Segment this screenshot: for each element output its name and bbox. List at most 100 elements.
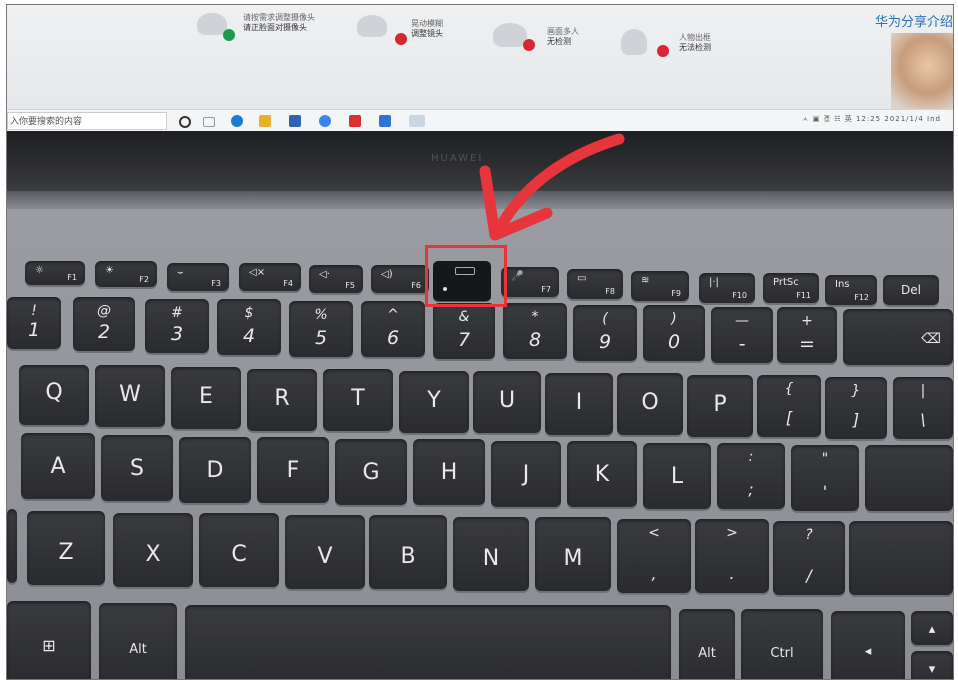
key-f2[interactable]: ☀ F2 bbox=[95, 261, 157, 287]
key-a[interactable]: A bbox=[21, 433, 95, 499]
browser-icon[interactable] bbox=[319, 115, 331, 127]
key-quote[interactable]: " ' bbox=[791, 445, 859, 511]
key-q[interactable]: Q bbox=[19, 365, 89, 425]
key-comma[interactable]: <, bbox=[617, 519, 691, 593]
key-period[interactable]: >. bbox=[695, 519, 769, 593]
key-e[interactable]: E bbox=[171, 367, 241, 429]
key-c[interactable]: C bbox=[199, 513, 279, 587]
key-left-shift[interactable] bbox=[7, 509, 17, 583]
key-f3[interactable]: ⌣ F3 bbox=[167, 263, 229, 291]
key-equals[interactable]: + = bbox=[777, 307, 837, 363]
window-icon[interactable] bbox=[203, 117, 215, 127]
tip-4-line1: 人物出框 bbox=[679, 33, 711, 42]
key-windows[interactable]: ⊞ bbox=[7, 601, 91, 679]
brand-link[interactable]: 华为分享介绍 bbox=[875, 11, 953, 30]
key-ctrl-right[interactable]: Ctrl bbox=[741, 609, 823, 679]
key-i[interactable]: I bbox=[545, 373, 613, 435]
store-icon[interactable] bbox=[349, 115, 361, 127]
key-3[interactable]: #3 bbox=[145, 299, 209, 353]
key-alt-left[interactable]: Alt bbox=[99, 603, 177, 679]
key-f9[interactable]: ≋ F9 bbox=[631, 271, 689, 301]
key-label: U bbox=[498, 388, 516, 413]
key-label: C bbox=[231, 542, 247, 567]
key-d[interactable]: D bbox=[179, 437, 251, 503]
key-semicolon[interactable]: :; bbox=[717, 443, 785, 509]
key-f11-prtsc[interactable]: PrtSc F11 bbox=[763, 273, 819, 303]
key-slash[interactable]: ? / bbox=[773, 521, 845, 595]
key-f12-ins[interactable]: Ins F12 bbox=[825, 275, 877, 305]
key-backspace[interactable]: ⌫ bbox=[843, 309, 953, 365]
key-label: R bbox=[274, 386, 290, 411]
key-f4[interactable]: ◁× F4 bbox=[239, 263, 301, 291]
key-s[interactable]: S bbox=[101, 435, 173, 501]
key-6[interactable]: ^ 6 bbox=[361, 301, 425, 357]
key-p[interactable]: P bbox=[687, 375, 753, 437]
key-space[interactable] bbox=[185, 605, 671, 679]
key-f7[interactable]: 🎤 F7 bbox=[501, 267, 559, 297]
tip-3-line1: 画面多人 bbox=[547, 27, 579, 36]
ok-status-icon bbox=[223, 29, 235, 41]
key-f6[interactable]: ◁) F6 bbox=[371, 265, 429, 293]
key-label: = bbox=[799, 333, 815, 355]
key-z[interactable]: Z bbox=[27, 511, 105, 585]
key-f1[interactable]: ☼ F1 bbox=[25, 261, 85, 285]
key-right-shift[interactable] bbox=[849, 521, 953, 595]
key-8[interactable]: * 8 bbox=[503, 303, 567, 359]
key-9[interactable]: (9 bbox=[573, 305, 637, 361]
key-f10[interactable]: |·| F10 bbox=[699, 273, 755, 303]
key-r[interactable]: R bbox=[247, 369, 317, 431]
key-label: F bbox=[286, 458, 300, 483]
key-m[interactable]: M bbox=[535, 517, 611, 591]
app-icon[interactable] bbox=[409, 115, 425, 127]
edge-browser-icon[interactable] bbox=[231, 115, 243, 127]
taskbar-search-input[interactable]: 入你要搜索的内容 bbox=[7, 112, 167, 130]
key-v[interactable]: V bbox=[285, 515, 365, 589]
key-n[interactable]: N bbox=[453, 517, 529, 591]
key-4[interactable]: $4 bbox=[217, 299, 281, 355]
key-f5[interactable]: ◁· F5 bbox=[309, 265, 363, 293]
key-g[interactable]: G bbox=[335, 439, 407, 505]
key-shift-label: ) bbox=[671, 311, 677, 327]
key-5[interactable]: % 5 bbox=[289, 301, 353, 357]
key-shift-label: % bbox=[314, 307, 328, 323]
key-enter[interactable] bbox=[865, 445, 953, 511]
key-w[interactable]: W bbox=[95, 365, 165, 427]
file-explorer-icon[interactable] bbox=[259, 115, 271, 127]
key-label: 0 bbox=[667, 331, 681, 353]
error-status-icon bbox=[523, 39, 535, 51]
key-f[interactable]: F bbox=[257, 437, 329, 503]
key-alt-right[interactable]: Alt bbox=[679, 609, 735, 679]
cloud-icon[interactable] bbox=[379, 115, 391, 127]
key-j[interactable]: J bbox=[491, 441, 561, 507]
key-arrow-down[interactable]: ▾ bbox=[911, 651, 953, 679]
key-2[interactable]: @2 bbox=[73, 297, 135, 351]
key-0[interactable]: ) 0 bbox=[643, 305, 705, 361]
key-o[interactable]: O bbox=[617, 373, 683, 435]
tip-2-line1: 晃动模糊 bbox=[411, 19, 443, 28]
key-f8[interactable]: ▭ F8 bbox=[567, 269, 623, 299]
key-7[interactable]: & 7 bbox=[433, 303, 495, 359]
key-t[interactable]: T bbox=[323, 369, 393, 431]
system-tray[interactable]: ㅅ ▣ 곘 ☷ 英 12:25 2021/1/4 Ind bbox=[802, 114, 941, 124]
key-label: 6 bbox=[386, 327, 400, 349]
key-u[interactable]: U bbox=[473, 371, 541, 433]
key-h[interactable]: H bbox=[413, 439, 485, 505]
mail-icon[interactable] bbox=[289, 115, 301, 127]
key-del[interactable]: Del bbox=[883, 275, 939, 305]
tip-1-line1: 请按需求调整摄像头 bbox=[243, 13, 315, 22]
key-right-bracket[interactable]: }] bbox=[825, 377, 887, 439]
tray-icons: ㅅ ▣ 곘 ☷ 英 bbox=[802, 115, 853, 123]
key-label: Del bbox=[901, 283, 921, 297]
key-k[interactable]: K bbox=[567, 441, 637, 507]
key-l[interactable]: L bbox=[643, 443, 711, 509]
task-view-icon[interactable] bbox=[179, 116, 191, 128]
key-minus[interactable]: — - bbox=[711, 307, 773, 363]
key-backslash[interactable]: | \ bbox=[893, 377, 953, 439]
key-arrow-left[interactable]: ◂ bbox=[831, 611, 905, 679]
key-arrow-up[interactable]: ▴ bbox=[911, 611, 953, 645]
key-1[interactable]: ! 1 bbox=[7, 297, 61, 349]
key-b[interactable]: B bbox=[369, 515, 447, 589]
key-left-bracket[interactable]: {[ bbox=[757, 375, 821, 437]
key-x[interactable]: X bbox=[113, 513, 193, 587]
key-y[interactable]: Y bbox=[399, 371, 469, 433]
